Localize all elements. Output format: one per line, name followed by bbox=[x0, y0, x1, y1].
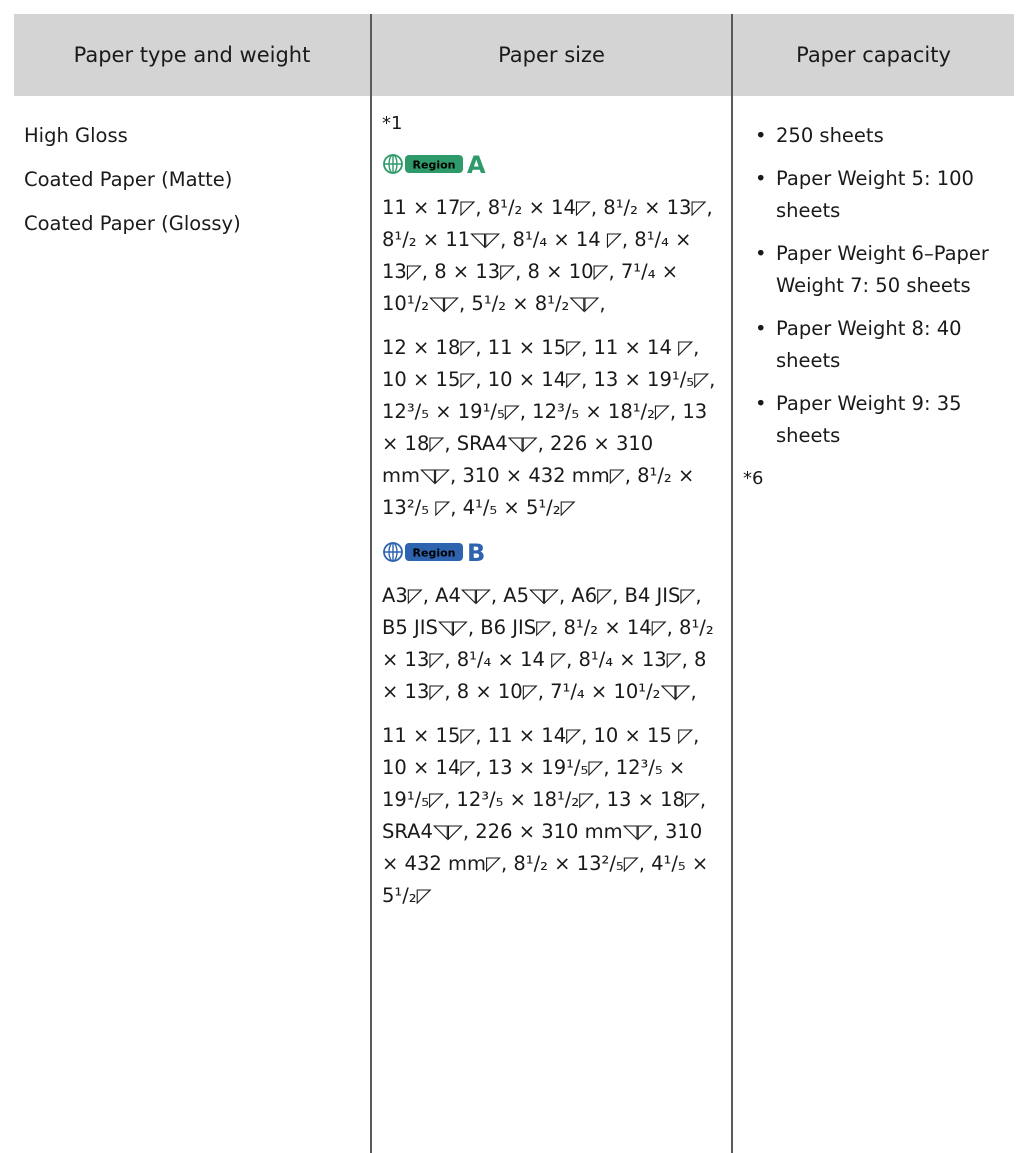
header-paper-capacity: Paper capacity bbox=[731, 14, 1014, 96]
list-item: • Paper Weight 8: 40 sheets bbox=[743, 313, 1004, 377]
capacity-text: Paper Weight 6–Paper Weight 7: 50 sheets bbox=[776, 242, 989, 297]
bullet-icon: • bbox=[755, 317, 767, 340]
table-row: High Gloss Coated Paper (Matte) Coated P… bbox=[14, 96, 1014, 1153]
region-b-letter: B bbox=[467, 539, 485, 565]
region-a-badge: Region A bbox=[382, 148, 717, 180]
capacity-text: Paper Weight 5: 100 sheets bbox=[776, 167, 974, 222]
list-item: • Paper Weight 5: 100 sheets bbox=[743, 163, 1004, 227]
region-b-badge: Region B bbox=[382, 536, 717, 568]
paper-type-coated-matte: Coated Paper (Matte) bbox=[24, 168, 233, 191]
bullet-icon: • bbox=[755, 242, 767, 265]
capacity-text: Paper Weight 9: 35 sheets bbox=[776, 392, 962, 447]
paper-type-coated-glossy: Coated Paper (Glossy) bbox=[24, 212, 241, 235]
capacity-text: 250 sheets bbox=[776, 124, 884, 147]
header-paper-size: Paper size bbox=[370, 14, 733, 96]
paper-type-cell: High Gloss Coated Paper (Matte) Coated P… bbox=[14, 96, 372, 1153]
paper-size-cell: *1 Region A 11 × 17◸, 8¹/₂ × 14◸, 8¹/₂ ×… bbox=[370, 96, 733, 1153]
paper-spec-table: Paper type and weight Paper size Paper c… bbox=[14, 14, 1014, 1153]
capacity-text: Paper Weight 8: 40 sheets bbox=[776, 317, 962, 372]
region-a-sizes-1: 11 × 17◸, 8¹/₂ × 14◸, 8¹/₂ × 13◸, 8¹/₂ ×… bbox=[382, 196, 713, 315]
list-item: • Paper Weight 6–Paper Weight 7: 50 sheet… bbox=[743, 238, 1004, 302]
list-item: • 250 sheets bbox=[743, 120, 1004, 152]
capacity-list: • 250 sheets • Paper Weight 5: 100 sheets … bbox=[743, 120, 1004, 452]
paper-capacity-cell: • 250 sheets • Paper Weight 5: 100 sheets … bbox=[731, 96, 1014, 1153]
region-a-icon: Region A bbox=[383, 151, 486, 177]
list-item: • Paper Weight 9: 35 sheets bbox=[743, 388, 1004, 452]
size-footnote: *1 bbox=[382, 113, 403, 134]
bullet-icon: • bbox=[755, 124, 767, 147]
region-b-sizes-2: 11 × 15◸, 11 × 14◸, 10 × 15 ◸, 10 × 14◸,… bbox=[382, 724, 709, 907]
table-header-row: Paper type and weight Paper size Paper c… bbox=[14, 14, 1014, 96]
region-b-label: Region bbox=[413, 547, 456, 560]
region-a-letter: A bbox=[467, 151, 486, 177]
header-paper-type: Paper type and weight bbox=[14, 14, 372, 96]
region-a-label: Region bbox=[413, 159, 456, 172]
region-b-icon: Region B bbox=[383, 539, 485, 565]
region-b-sizes-1: A3◸, A4◹◸, A5◹◸, A6◸, B4 JIS◸, B5 JIS◹◸,… bbox=[382, 584, 714, 703]
bullet-icon: • bbox=[755, 392, 767, 415]
bullet-icon: • bbox=[755, 167, 767, 190]
paper-type-high-gloss: High Gloss bbox=[24, 124, 128, 147]
region-a-sizes-2: 12 × 18◸, 11 × 15◸, 11 × 14 ◸, 10 × 15◸,… bbox=[382, 336, 716, 519]
capacity-footnote: *6 bbox=[743, 468, 764, 489]
